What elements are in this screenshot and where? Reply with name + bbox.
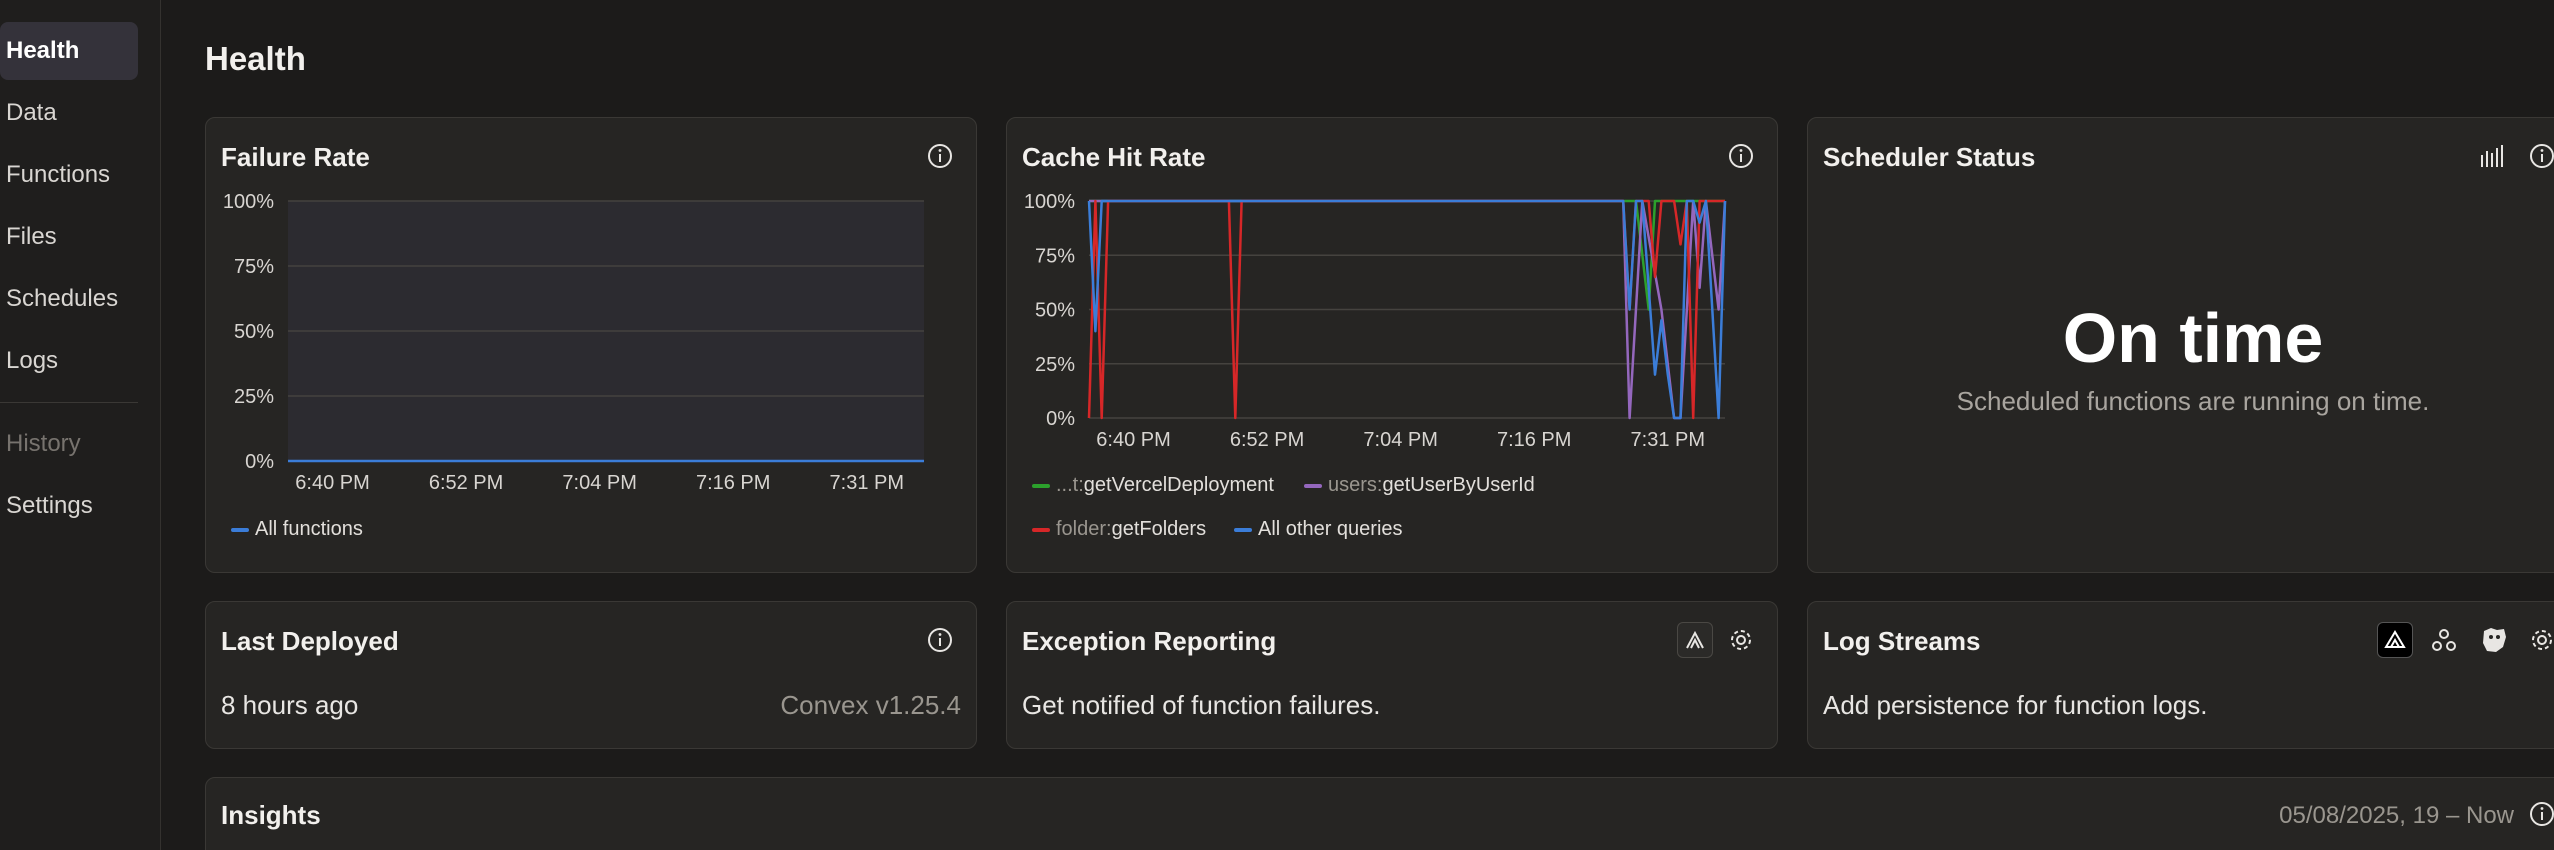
x-tick-label: 6:52 PM [429,472,503,494]
cache-hit-rate-card: Cache Hit Rate 100% 75% 50% 25% 0% 6:40 PM 6:5… [1006,117,1778,573]
last-deployed-card: Last Deployed 8 hours ago Convex v1.25.4 [205,601,977,749]
bar-chart-icon[interactable] [2476,140,2508,172]
y-tick-label: 25% [234,386,274,408]
x-tick-label: 7:16 PM [696,472,770,494]
insights-card: Insights 05/08/2025, 19 – Now [205,777,2554,850]
legend-item[interactable]: users: getUserByUserId [1304,474,1535,497]
y-tick-label: 25% [1035,354,1075,376]
legend-label: getFolders [1111,518,1207,540]
y-tick-label: 100% [223,191,274,213]
legend-label: getVercelDeployment [1083,474,1274,496]
sidebar-item-settings[interactable]: Settings [0,477,138,535]
scheduler-status-value: On time [2062,299,2324,377]
gear-icon[interactable] [1725,624,1757,656]
legend-prefix: ...t: [1056,474,1084,496]
legend-label: All functions [255,518,363,540]
card-title: Exception Reporting [1022,626,1277,656]
log-streams-description: Add persistence for function logs. [1823,690,2208,720]
insights-date-range[interactable]: 05/08/2025, 19 – Now [2279,802,2514,830]
failure-rate-card: Failure Rate 100% 75% 50% 25% 0% 6:40 PM 6:52 … [205,117,977,573]
last-deployed-time: 8 hours ago [221,690,359,720]
legend-label: getUserByUserId [1382,474,1535,496]
app-root: Health Data Functions Files Schedules Lo… [0,0,2554,850]
card-title: Insights [221,800,321,830]
gear-icon[interactable] [2526,624,2554,656]
sidebar-item-health[interactable]: Health [0,22,138,80]
legend-swatch [1304,483,1322,488]
y-tick-label: 0% [245,451,274,473]
legend-item[interactable]: folder: getFolders [1032,518,1206,541]
legend-swatch [1032,483,1050,488]
x-tick-label: 6:40 PM [295,472,369,494]
datadog-icon[interactable] [2478,624,2510,656]
y-tick-label: 0% [1046,408,1075,430]
sidebar-item-label: History [6,430,81,457]
y-tick-label: 75% [234,256,274,278]
info-icon[interactable] [924,624,956,656]
exception-reporting-description: Get notified of function failures. [1022,690,1381,720]
y-tick-label: 100% [1024,191,1075,213]
page-title: Health [205,40,306,77]
sidebar-item-label: Settings [6,492,93,519]
y-tick-label: 75% [1035,245,1075,267]
x-tick-label: 7:31 PM [830,472,904,494]
sidebar-item-label: Files [6,223,57,250]
sidebar: Health Data Functions Files Schedules Lo… [0,0,161,850]
sidebar-item-files[interactable]: Files [0,208,138,266]
x-tick-label: 6:52 PM [1230,429,1304,451]
legend-prefix: users: [1328,474,1383,496]
legend-item[interactable]: ...t: getVercelDeployment [1032,474,1274,497]
webhook-icon[interactable] [2428,624,2460,656]
x-tick-label: 7:04 PM [1363,429,1437,451]
scheduler-status-card: Scheduler Status On time Scheduled funct… [1807,117,2554,573]
legend-swatch [231,527,249,532]
x-tick-label: 7:31 PM [1631,429,1705,451]
log-streams-card: Log Streams Add persistence for function… [1807,601,2554,749]
x-tick-label: 7:16 PM [1497,429,1571,451]
legend-prefix: folder: [1056,518,1112,540]
sidebar-item-label: Logs [6,347,59,374]
legend-item[interactable]: All other queries [1234,518,1403,541]
sidebar-item-label: Health [6,37,80,64]
y-tick-label: 50% [234,321,274,343]
info-icon[interactable] [2526,140,2554,172]
sidebar-divider [0,402,138,403]
sentry-icon[interactable] [1677,622,1713,658]
failure-rate-chart: 100% 75% 50% 25% 0% 6:40 PM 6:52 PM 7:04 PM 7:16… [223,191,924,494]
card-title: Last Deployed [221,626,399,656]
legend-item[interactable]: All functions [231,518,363,541]
cache-hit-rate-chart: 100% 75% 50% 25% 0% 6:40 PM 6:52 PM 7:04 PM 7:16… [1024,191,1727,451]
sidebar-item-functions[interactable]: Functions [0,146,138,204]
sidebar-item-history: History [0,415,138,473]
scheduler-status-description: Scheduled functions are running on time. [1956,386,2430,416]
x-tick-label: 7:04 PM [562,472,636,494]
x-tick-label: 6:40 PM [1096,429,1170,451]
sidebar-item-label: Functions [6,161,111,188]
info-icon[interactable] [2526,798,2554,830]
sidebar-item-label: Schedules [6,285,119,312]
card-title: Scheduler Status [1823,142,2036,172]
legend-swatch [1234,527,1252,532]
convex-version: Convex v1.25.4 [780,690,961,720]
card-title: Log Streams [1823,626,1981,656]
exception-reporting-card: Exception Reporting Get notified of func… [1006,601,1778,749]
legend-swatch [1032,527,1050,532]
legend-label: All other queries [1258,518,1403,540]
sidebar-item-logs[interactable]: Logs [0,332,138,390]
sidebar-item-data[interactable]: Data [0,84,138,142]
sidebar-item-schedules[interactable]: Schedules [0,270,138,328]
sidebar-item-label: Data [6,99,57,126]
y-tick-label: 50% [1035,300,1075,322]
axiom-icon[interactable] [2377,622,2413,658]
